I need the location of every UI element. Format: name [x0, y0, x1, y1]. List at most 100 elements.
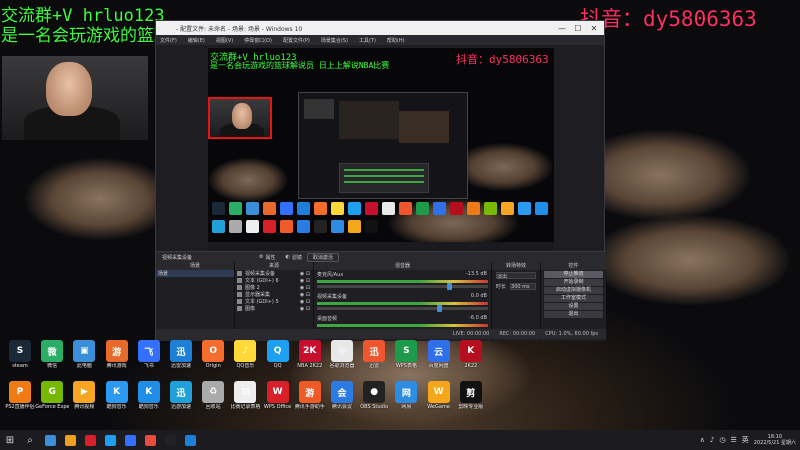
- deactivate-button[interactable]: 取消激活: [306, 252, 339, 262]
- desktop-icon[interactable]: K 酷狗音乐: [132, 381, 166, 410]
- obs-titlebar[interactable]: - 配置文件: 未命名 - 场景: 场景 - Windows 10 — ☐ ✕: [156, 21, 604, 35]
- minimize-button[interactable]: —: [554, 21, 570, 35]
- menu-profile[interactable]: 配置文件(P): [283, 37, 310, 44]
- preview-desktop-icon: [365, 202, 378, 215]
- sources-dock-title: 来源: [235, 262, 313, 270]
- desktop-icon[interactable]: 游腾讯手游助手: [293, 381, 327, 410]
- desktop-icon[interactable]: 网网易: [389, 381, 423, 410]
- taskbar-app[interactable]: [60, 430, 80, 450]
- eye-icon[interactable]: ◉ ⊡: [300, 292, 313, 298]
- preview-desktop-icon: [331, 220, 344, 233]
- transition-duration[interactable]: 时长 300 ms: [492, 281, 540, 292]
- eye-icon[interactable]: ◉ ⊡: [300, 271, 313, 277]
- stop-streaming-button[interactable]: 停止推流: [544, 271, 603, 278]
- app-icon: 网: [395, 381, 418, 403]
- desktop-icon-label: 微信: [47, 363, 58, 369]
- desktop-icon-label: 腾讯视频: [74, 404, 95, 410]
- menu-view[interactable]: 视图(V): [216, 37, 233, 44]
- desktop-icon[interactable]: ▤ 比赛记录表格: [228, 381, 262, 410]
- obs-preview-canvas[interactable]: 交流群+V hrluo123 是一名会玩游戏的篮球解说员 日上上解说NBA比赛 …: [208, 48, 554, 251]
- start-button[interactable]: ⊞: [0, 430, 20, 450]
- eye-icon[interactable]: ◉ ⊡: [300, 306, 313, 312]
- volume-slider[interactable]: [317, 283, 488, 290]
- menu-tools[interactable]: 工具(T): [359, 37, 376, 44]
- network-icon[interactable]: ◷: [719, 436, 725, 444]
- studio-mode-button[interactable]: 工作室模式: [544, 295, 603, 302]
- tray-overflow-icon[interactable]: ∧: [700, 436, 705, 444]
- desktop-icon-label: 网易: [401, 404, 412, 410]
- desktop-icon[interactable]: K 酷狗音乐: [100, 381, 134, 410]
- settings-button[interactable]: 设置: [544, 303, 603, 310]
- desktop-icon[interactable]: 云百度网盘: [422, 340, 456, 369]
- desktop-icon[interactable]: K 2K22: [454, 340, 488, 369]
- menu-scene-collection[interactable]: 场景集合(S): [321, 37, 348, 44]
- desktop-icon[interactable]: ▣ 此电脑: [67, 340, 101, 369]
- desktop-icon[interactable]: 会腾讯会议: [325, 381, 359, 410]
- action-center-icon[interactable]: ☰: [730, 436, 736, 444]
- taskbar-app[interactable]: [160, 430, 180, 450]
- text-icon: [237, 278, 242, 283]
- taskbar-app[interactable]: [100, 430, 120, 450]
- desktop-icon[interactable]: O Origin: [196, 340, 230, 369]
- desktop-icon[interactable]: ♪ QQ音乐: [228, 340, 262, 369]
- taskbar-app[interactable]: [140, 430, 160, 450]
- taskbar-app[interactable]: [80, 430, 100, 450]
- desktop-icon[interactable]: 迅迅雷: [357, 340, 391, 369]
- volume-icon[interactable]: ♪: [710, 436, 714, 444]
- eye-icon[interactable]: ◉ ⊡: [300, 278, 313, 284]
- desktop-icon[interactable]: 飞飞书: [132, 340, 166, 369]
- desktop-icon[interactable]: W WPS Office: [261, 381, 295, 410]
- desktop-icon[interactable]: 迅迅游加速: [164, 381, 198, 410]
- obs-window[interactable]: - 配置文件: 未命名 - 场景: 场景 - Windows 10 — ☐ ✕ …: [155, 20, 606, 341]
- desktop-icon[interactable]: ◎ 谷歌浏览器: [325, 340, 359, 369]
- menu-help[interactable]: 帮助(H): [387, 37, 405, 44]
- eye-icon[interactable]: ◉ ⊡: [300, 299, 313, 305]
- desktop-icon[interactable]: 2K NBA 2K22: [293, 340, 327, 369]
- desktop-icon[interactable]: S WPS表格: [389, 340, 423, 369]
- properties-button[interactable]: ⚙ 属性: [254, 253, 281, 262]
- exit-button[interactable]: 退出: [544, 311, 603, 318]
- desktop-icon[interactable]: W WeGame: [422, 381, 456, 410]
- start-recording-button[interactable]: 开始录制: [544, 279, 603, 286]
- taskbar-app[interactable]: [40, 430, 60, 450]
- text-icon: [237, 299, 242, 304]
- app-icon: W: [427, 381, 450, 403]
- maximize-button[interactable]: ☐: [570, 21, 586, 35]
- source-item[interactable]: 文本 (GDI+) 5 ◉ ⊡: [235, 298, 313, 305]
- desktop-icon[interactable]: 迅迅雷加速: [164, 340, 198, 369]
- source-item[interactable]: 文本 (GDI+) 6 ◉ ⊡: [235, 277, 313, 284]
- close-button[interactable]: ✕: [586, 21, 602, 35]
- source-item[interactable]: 显示器采集 ◉ ⊡: [235, 291, 313, 298]
- desktop-icon[interactable]: ♻ 回收站: [196, 381, 230, 410]
- source-item[interactable]: 图像 2 ◉ ⊡: [235, 284, 313, 291]
- preview-desktop-icon: [229, 220, 242, 233]
- desktop-icon[interactable]: Ssteam: [3, 340, 37, 369]
- scene-item[interactable]: 场景: [156, 270, 234, 277]
- taskbar-clock[interactable]: 18:10 2022/5/21 星期六: [754, 434, 796, 446]
- desktop-icon[interactable]: 游腾讯游戏: [100, 340, 134, 369]
- menu-edit[interactable]: 编辑(E): [188, 37, 205, 44]
- desktop-icon[interactable]: Q QQ: [261, 340, 295, 369]
- source-item[interactable]: 图像 ◉ ⊡: [235, 305, 313, 312]
- desktop-icon[interactable]: ▶ 腾讯视频: [67, 381, 101, 410]
- taskbar-app[interactable]: [120, 430, 140, 450]
- filters-button[interactable]: ◐ 滤镜: [281, 253, 307, 262]
- desktop-icon[interactable]: ● OBS Studio: [357, 381, 391, 410]
- app-icon: 迅: [170, 381, 192, 403]
- volume-slider[interactable]: [317, 305, 488, 312]
- input-method-icon[interactable]: 英: [742, 435, 749, 445]
- desktop-icon[interactable]: 微微信: [35, 340, 69, 369]
- transition-select[interactable]: 淡出: [492, 270, 540, 281]
- menu-file[interactable]: 文件(F): [160, 37, 177, 44]
- eye-icon[interactable]: ◉ ⊡: [300, 285, 313, 291]
- start-virtual-camera-button[interactable]: 启动虚拟摄像机: [544, 287, 603, 294]
- menu-docks[interactable]: 停靠窗口(D): [244, 37, 272, 44]
- source-item[interactable]: 视频采集设备 ◉ ⊡: [235, 270, 313, 277]
- preview-webcam: [208, 97, 272, 139]
- desktop-icon-label: 剪映专业版: [458, 404, 484, 410]
- search-icon[interactable]: ⌕: [20, 430, 40, 450]
- desktop-icon[interactable]: 剪剪映专业版: [454, 381, 488, 410]
- taskbar-app[interactable]: [180, 430, 200, 450]
- desktop-icon[interactable]: GGeForce Experience: [35, 381, 69, 410]
- desktop-icon[interactable]: P PS2直播伴侣: [3, 381, 37, 410]
